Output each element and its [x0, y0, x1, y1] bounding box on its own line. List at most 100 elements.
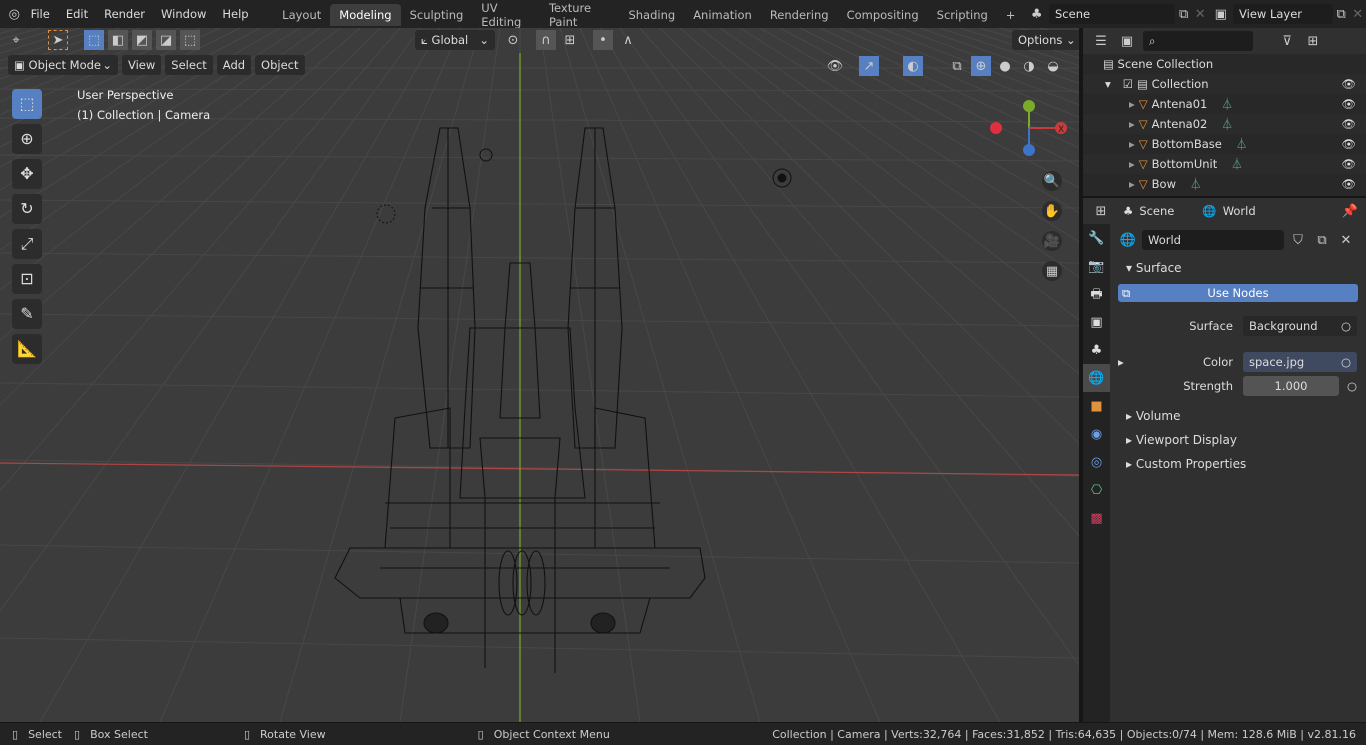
new-collection-icon[interactable]: ⊞: [1303, 31, 1323, 51]
fake-user-icon[interactable]: ⛉: [1288, 230, 1308, 250]
transform-orientation-dropdown[interactable]: ⟀ Global ⌄: [415, 30, 495, 50]
select-box-tool[interactable]: ⬚: [12, 89, 42, 119]
view-layer-icon[interactable]: ▣: [1212, 4, 1229, 24]
menu-add[interactable]: Add: [216, 55, 252, 75]
delete-scene-icon[interactable]: ✕: [1192, 4, 1209, 24]
surface-panel-header[interactable]: ▾ Surface: [1118, 256, 1358, 280]
world-browse-icon[interactable]: 🌐: [1118, 230, 1138, 250]
volume-panel-header[interactable]: ▸ Volume: [1118, 404, 1358, 428]
tab-scripting[interactable]: Scripting: [928, 4, 997, 26]
options-dropdown[interactable]: Options ⌄: [1012, 30, 1079, 50]
view-layer-tab-icon[interactable]: ▣: [1083, 308, 1110, 336]
tool-tab-icon[interactable]: 🔧: [1083, 224, 1110, 252]
select-mode-subtract-icon[interactable]: ◩: [132, 30, 152, 50]
tab-rendering[interactable]: Rendering: [761, 4, 838, 26]
mode-dropdown[interactable]: ▣ Object Mode ⌄: [8, 55, 118, 75]
material-shading-icon[interactable]: ◑: [1019, 56, 1039, 76]
filter-view-icon[interactable]: ▣: [1117, 31, 1137, 51]
physics-tab-icon[interactable]: ◎: [1083, 448, 1110, 476]
zoom-icon[interactable]: 🔍: [1042, 171, 1062, 191]
navigation-gizmo[interactable]: X: [985, 96, 1075, 166]
custom-properties-panel-header[interactable]: ▸ Custom Properties: [1118, 452, 1358, 476]
camera-view-icon[interactable]: 🎥: [1042, 231, 1062, 251]
menu-object[interactable]: Object: [255, 55, 305, 75]
snap-icon[interactable]: ∩: [536, 30, 556, 50]
menu-window[interactable]: Window: [153, 7, 214, 21]
outliner-search[interactable]: ⌕: [1143, 31, 1253, 51]
surface-shader-field[interactable]: Background ○: [1243, 316, 1357, 336]
rotate-tool[interactable]: ↻: [12, 194, 42, 224]
editor-type-icon[interactable]: ⌖: [6, 30, 26, 50]
cursor-tool[interactable]: ⊕: [12, 124, 42, 154]
eye-icon[interactable]: 👁: [1341, 157, 1356, 171]
view-layer-field[interactable]: View Layer: [1233, 4, 1333, 24]
unlink-world-icon[interactable]: ✕: [1336, 230, 1356, 250]
transform-tool[interactable]: ⊡: [12, 264, 42, 294]
3d-viewport[interactable]: ⌖ ➤ ⬚ ◧ ◩ ◪ ⬚ ⟀ Global ⌄ ⊙ ∩ ⊞ • ∧ Option…: [0, 28, 1079, 722]
strength-field[interactable]: 1.000: [1243, 376, 1339, 396]
filter-icon[interactable]: ⊽: [1277, 31, 1297, 51]
pivot-icon[interactable]: ⊙: [503, 30, 523, 50]
perspective-toggle-icon[interactable]: ▦: [1042, 261, 1062, 281]
new-world-icon[interactable]: ⧉: [1312, 230, 1332, 250]
snap-target-icon[interactable]: ⊞: [560, 30, 580, 50]
output-tab-icon[interactable]: 🖶: [1083, 280, 1110, 308]
keyframe-icon[interactable]: ○: [1347, 379, 1357, 393]
blender-logo-icon[interactable]: ◎: [6, 4, 23, 24]
outliner-item[interactable]: ▸ ▽ Antena02 ⏃ 👁: [1083, 114, 1366, 134]
visibility-icon[interactable]: 👁: [825, 56, 845, 76]
menu-edit[interactable]: Edit: [58, 7, 96, 21]
viewport-display-panel-header[interactable]: ▸ Viewport Display: [1118, 428, 1358, 452]
overlay-toggle-icon[interactable]: ◐: [903, 56, 923, 76]
solid-shading-icon[interactable]: ●: [995, 56, 1015, 76]
tab-shading[interactable]: Shading: [619, 4, 684, 26]
collection-row[interactable]: ▾ ☑ ▤ Collection 👁: [1083, 74, 1366, 94]
menu-file[interactable]: File: [23, 7, 58, 21]
select-mode-intersect-icon[interactable]: ⬚: [180, 30, 200, 50]
falloff-icon[interactable]: ∧: [618, 30, 638, 50]
scene-field[interactable]: Scene: [1049, 4, 1176, 24]
world-name-field[interactable]: World: [1142, 230, 1284, 250]
rendered-shading-icon[interactable]: ◒: [1043, 56, 1063, 76]
gizmo-toggle-icon[interactable]: ↗: [859, 56, 879, 76]
modifier-tab-icon[interactable]: ◉: [1083, 420, 1110, 448]
color-expand-icon[interactable]: ▸: [1118, 355, 1132, 369]
scene-icon[interactable]: ♣: [1028, 4, 1045, 24]
move-tool[interactable]: ✥: [12, 159, 42, 189]
new-scene-icon[interactable]: ⧉: [1175, 4, 1192, 24]
color-texture-field[interactable]: space.jpg ○: [1243, 352, 1357, 372]
outliner-item[interactable]: ▸ ▽ Bow ⏃ 👁: [1083, 174, 1366, 194]
world-tab-icon[interactable]: 🌐: [1083, 364, 1110, 392]
annotate-tool[interactable]: ✎: [12, 299, 42, 329]
eye-icon[interactable]: 👁: [1341, 97, 1356, 111]
tab-sculpting[interactable]: Sculpting: [401, 4, 473, 26]
proportional-edit-icon[interactable]: •: [593, 30, 613, 50]
render-tab-icon[interactable]: 📷: [1083, 252, 1110, 280]
scene-tab-icon[interactable]: ♣: [1083, 336, 1110, 364]
tab-compositing[interactable]: Compositing: [838, 4, 928, 26]
texture-tab-icon[interactable]: ▩: [1083, 504, 1110, 532]
object-tab-icon[interactable]: ■: [1083, 392, 1110, 420]
eye-icon[interactable]: 👁: [1341, 177, 1356, 191]
eye-icon[interactable]: 👁: [1341, 117, 1356, 131]
object-data-tab-icon[interactable]: ⎔: [1083, 476, 1110, 504]
tab-layout[interactable]: Layout: [273, 4, 330, 26]
tab-modeling[interactable]: Modeling: [330, 4, 401, 26]
measure-tool[interactable]: 📐: [12, 334, 42, 364]
menu-render[interactable]: Render: [96, 7, 153, 21]
select-mode-extend-icon[interactable]: ◧: [108, 30, 128, 50]
scale-tool[interactable]: ⤢: [12, 229, 42, 259]
pin-icon[interactable]: 📌: [1340, 201, 1360, 221]
delete-view-layer-icon[interactable]: ✕: [1349, 4, 1366, 24]
eye-icon[interactable]: 👁: [1341, 137, 1356, 151]
select-mode-invert-icon[interactable]: ◪: [156, 30, 176, 50]
scene-collection-row[interactable]: ▤ Scene Collection: [1083, 54, 1366, 74]
editor-type-icon[interactable]: ⊞: [1091, 201, 1111, 221]
add-workspace-button[interactable]: +: [997, 4, 1025, 26]
display-mode-icon[interactable]: ☰: [1091, 31, 1111, 51]
outliner-item[interactable]: ▸ ▽ BottomUnit ⏃ 👁: [1083, 154, 1366, 174]
tab-animation[interactable]: Animation: [684, 4, 761, 26]
pan-hand-icon[interactable]: ✋: [1042, 201, 1062, 221]
eye-icon[interactable]: 👁: [1341, 77, 1356, 91]
xray-icon[interactable]: ⧉: [947, 56, 967, 76]
